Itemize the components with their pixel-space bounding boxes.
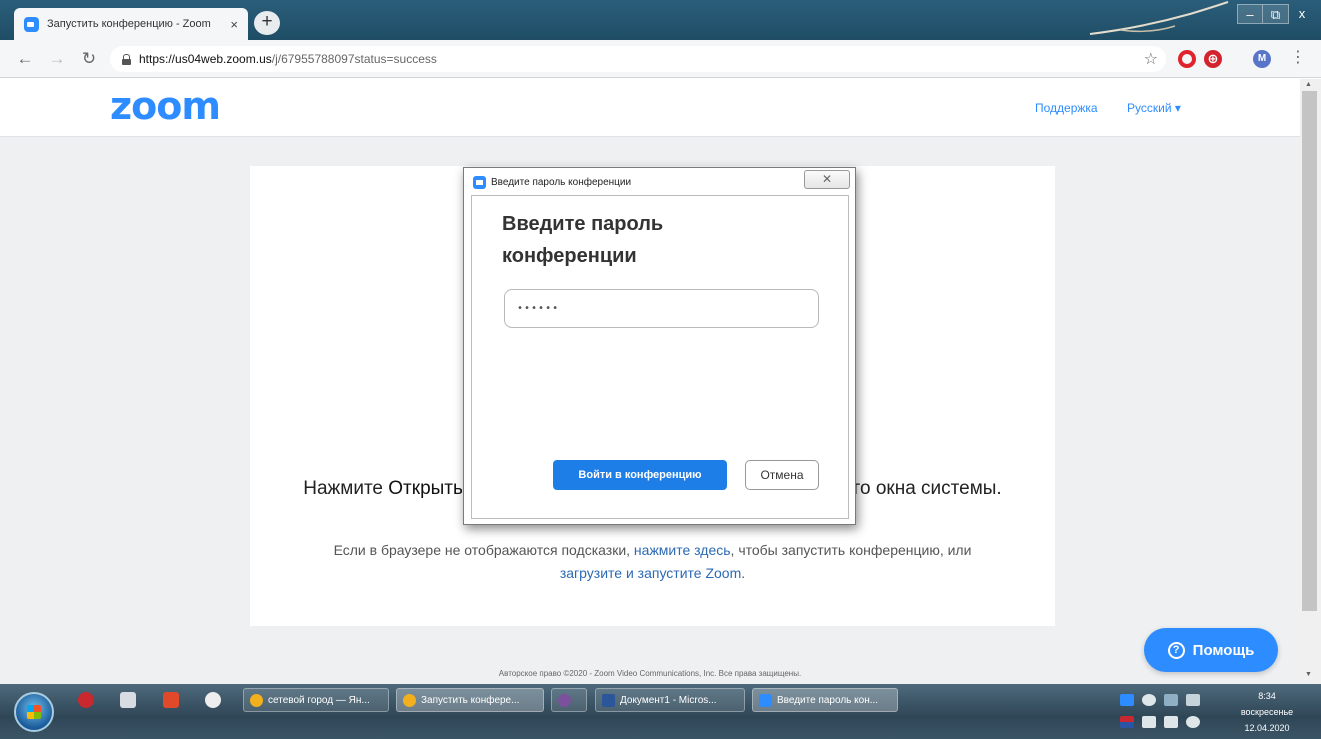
question-icon: ? (1167, 641, 1185, 659)
zoom-icon (759, 693, 772, 707)
viber-icon (558, 693, 571, 707)
click-here-link[interactable]: нажмите здесь (634, 542, 731, 558)
profile-avatar[interactable]: M (1253, 50, 1271, 68)
chrome-icon (403, 693, 416, 707)
task-yandex-browser[interactable]: сетевой город — Ян... (243, 688, 389, 712)
new-tab-button[interactable]: + (254, 11, 280, 35)
system-tray (1118, 690, 1218, 736)
password-dialog: Введите пароль конференции ✕ Введите пар… (463, 167, 856, 525)
launch-help-text: Если в браузере не отображаются подсказк… (333, 542, 972, 581)
zoom-tray-icon[interactable] (1120, 694, 1134, 706)
browser-toolbar: ← → ↻ https://us04web.zoom.us/j/67955788… (0, 40, 1321, 78)
back-arrow-icon[interactable]: ← (14, 48, 36, 70)
task-zoom-password[interactable]: Введите пароль кон... (752, 688, 898, 712)
word-icon (602, 693, 615, 707)
dialog-body: Введите пароль конференции Войти в конфе… (471, 195, 849, 519)
password-input[interactable] (504, 289, 819, 328)
support-link[interactable]: Поддержка (1035, 101, 1098, 115)
dialog-title: Введите пароль конференции (491, 177, 632, 188)
address-bar[interactable]: https://us04web.zoom.us/j/67955788097sta… (110, 46, 1166, 72)
join-meeting-button[interactable]: Войти в конференцию (553, 460, 727, 490)
archive-icon[interactable] (163, 692, 179, 708)
browser-tab[interactable]: Запустить конференцию - Zoom × (14, 8, 248, 40)
download-zoom-link[interactable]: загрузите и запустите Zoom (560, 565, 741, 581)
computer-icon[interactable] (120, 692, 136, 708)
bookmark-star-icon[interactable]: ☆ (1144, 49, 1158, 69)
yandex-icon[interactable] (205, 692, 221, 708)
scroll-thumb[interactable] (1302, 91, 1317, 611)
zoom-logo[interactable]: zoom (110, 84, 221, 128)
help-label: Помощь (1192, 641, 1255, 659)
menu-dots-icon[interactable]: ⋮ (1290, 49, 1306, 67)
zoom-favicon-icon (24, 16, 39, 32)
url-text: https://us04web.zoom.us/j/67955788097sta… (139, 52, 437, 66)
windows-taskbar: сетевой город — Ян... Запустить конфере.… (0, 684, 1321, 739)
dialog-titlebar[interactable]: Введите пароль конференции ✕ (464, 168, 855, 194)
task-zoom-launch[interactable]: Запустить конфере... (396, 688, 544, 712)
page-scrollbar[interactable]: ▲ ▼ (1300, 79, 1321, 684)
page-header: zoom Поддержка Русский ▾ (0, 79, 1300, 137)
dialog-heading: Введите пароль конференции (502, 213, 664, 267)
signal-icon[interactable] (1142, 716, 1156, 728)
pen-tray-icon[interactable] (1186, 694, 1200, 706)
language-selector[interactable]: Русский ▾ (1127, 101, 1181, 115)
network-share-icon[interactable] (1164, 694, 1178, 706)
clock-time: 8:34 (1258, 691, 1276, 701)
tab-title: Запустить конференцию - Zoom (47, 18, 211, 30)
scroll-up-icon[interactable]: ▲ (1305, 81, 1312, 88)
clock-date: 12.04.2020 (1244, 723, 1290, 733)
antivirus-icon[interactable] (78, 692, 94, 708)
start-button[interactable] (14, 692, 54, 732)
tab-close-icon[interactable]: × (230, 17, 238, 32)
copyright-text: Авторское право ©2020 - Zoom Video Commu… (498, 669, 802, 678)
power-icon[interactable] (1164, 716, 1178, 728)
dialog-close-button[interactable]: ✕ (804, 170, 850, 189)
task-viber[interactable] (551, 688, 587, 712)
clock-day: воскресенье (1240, 707, 1294, 717)
chrome-icon (250, 693, 263, 707)
help-button[interactable]: ? Помощь (1144, 628, 1278, 672)
maximize-button[interactable]: ⧉ (1263, 4, 1289, 24)
system-clock[interactable]: 8:34 воскресенье 12.04.2020 (1222, 688, 1312, 736)
cancel-button[interactable]: Отмена (745, 460, 819, 490)
browser-titlebar: Запустить конференцию - Zoom × + – ⧉ x (0, 0, 1321, 40)
language-flag-icon[interactable] (1120, 716, 1134, 728)
forward-arrow-icon[interactable]: → (46, 48, 68, 70)
window-controls: – ⧉ x (1237, 4, 1315, 24)
minimize-button[interactable]: – (1237, 4, 1263, 24)
opera-icon[interactable] (1178, 50, 1196, 68)
browser-tray-icon[interactable] (1142, 694, 1156, 706)
scroll-down-icon[interactable]: ▼ (1305, 671, 1312, 678)
zoom-app-icon (473, 176, 486, 189)
volume-icon[interactable] (1186, 716, 1200, 728)
vpn-icon[interactable]: ⊕ (1204, 50, 1222, 68)
reload-icon[interactable]: ↻ (78, 48, 100, 70)
decorative-branch-icon (1089, 1, 1229, 35)
lock-icon (122, 53, 131, 65)
close-window-button[interactable]: x (1289, 4, 1315, 24)
task-word-document[interactable]: Документ1 - Micros... (595, 688, 745, 712)
